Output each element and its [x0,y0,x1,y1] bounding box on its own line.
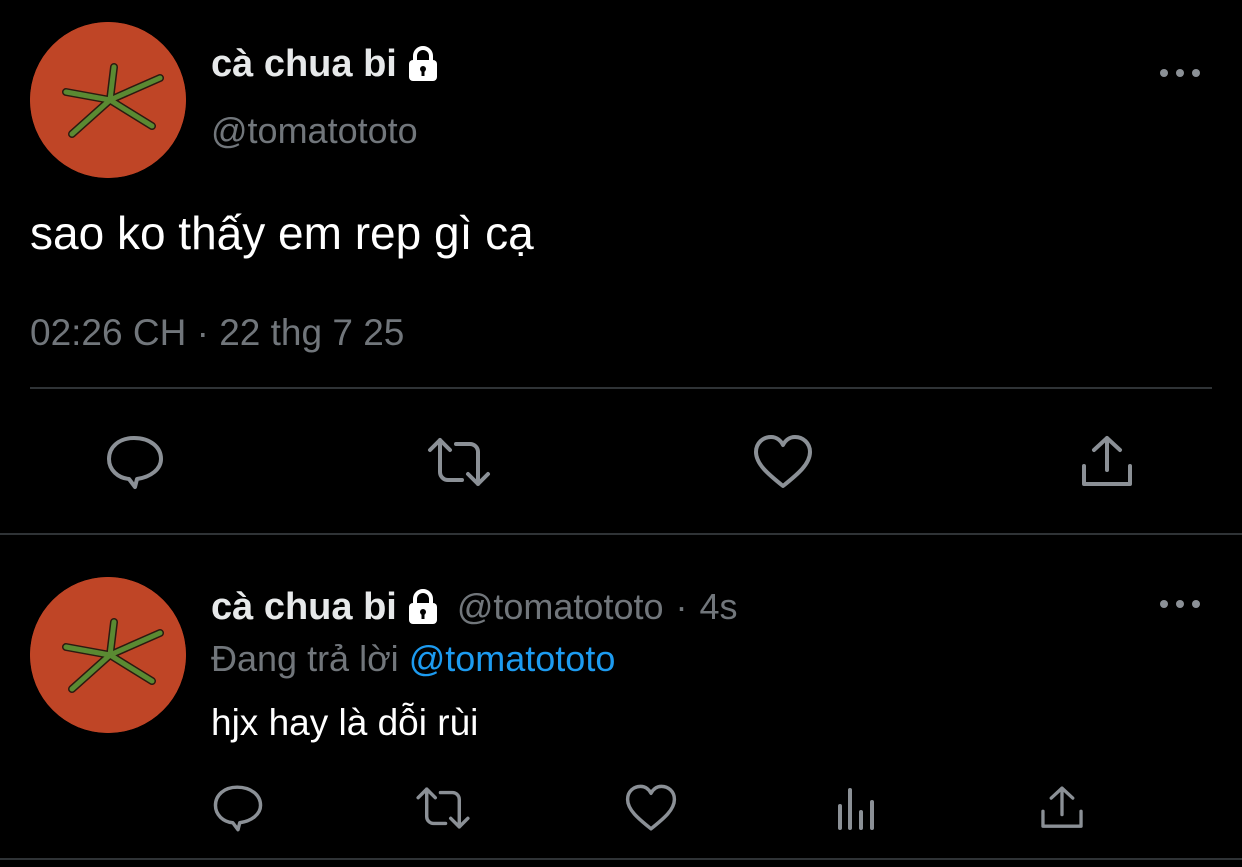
reply-text: hjx hay là dỗi rùi [211,702,479,743]
mention-link[interactable]: @tomatototo [409,638,616,679]
lock-icon [403,588,443,626]
share-icon [1041,786,1083,828]
avatar[interactable] [30,22,186,178]
divider [30,387,1212,389]
lock-icon [403,45,443,83]
reply-icon [107,436,163,489]
like-icon [754,435,812,488]
views-icon [838,788,874,830]
handle[interactable]: @tomatototo [457,586,664,628]
tomato-avatar-image [30,22,186,178]
views-button[interactable] [834,784,878,832]
retweet-button[interactable] [413,782,473,834]
separator: · [675,586,688,627]
handle[interactable]: @tomatototo [211,110,418,152]
tweet-text: sao ko thấy em rep gì cạ [30,207,534,259]
share-button[interactable] [1038,782,1086,834]
divider [0,533,1242,535]
retweet-button[interactable] [424,432,494,492]
like-button[interactable] [752,432,814,492]
reply-age[interactable]: 4s [700,586,738,628]
share-button[interactable] [1078,432,1136,492]
display-name[interactable]: cà chua bi [211,586,443,629]
display-name-text: cà chua bi [211,585,397,628]
display-name-text: cà chua bi [211,42,397,85]
replying-to-label: Đang trả lời [211,638,399,679]
more-options-icon[interactable] [1160,67,1200,79]
avatar[interactable] [30,577,186,733]
reply-button[interactable] [212,782,264,834]
reply-header: cà chua bi @tomatototo · 4s [211,585,738,629]
reply-icon [213,785,263,832]
retweet-icon [416,787,470,829]
replying-to-line: Đang trả lời @tomatototo [211,638,615,680]
tomato-avatar-image [30,577,186,733]
display-name[interactable]: cà chua bi [211,42,443,86]
like-button[interactable] [624,782,678,834]
like-icon [625,784,677,831]
tweet-timestamp[interactable]: 02:26 CH · 22 thg 7 25 [30,312,404,354]
retweet-icon [428,438,490,486]
divider [0,858,1242,860]
share-icon [1082,436,1132,486]
reply-button[interactable] [105,432,165,492]
more-options-icon[interactable] [1160,598,1200,610]
